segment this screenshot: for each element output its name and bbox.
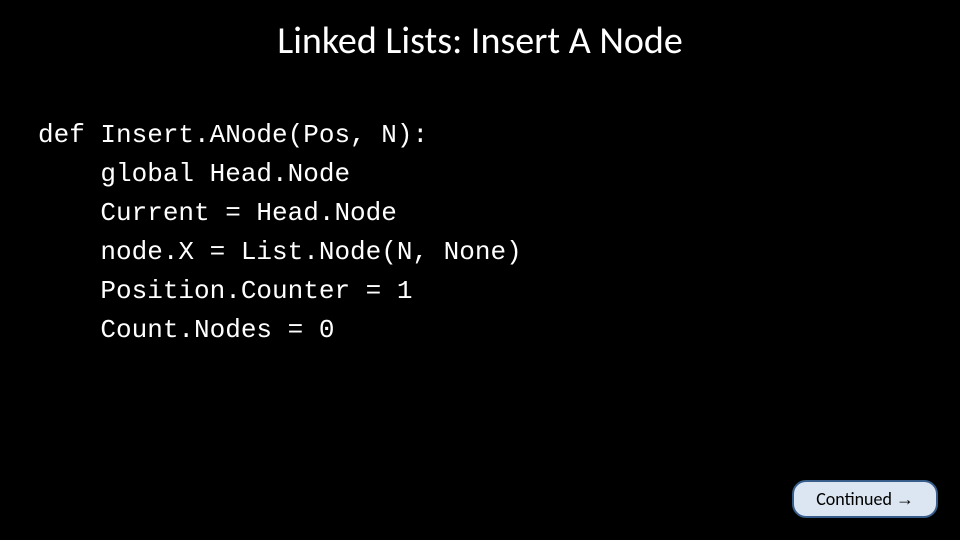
continued-button[interactable]: Continued → — [792, 480, 938, 518]
code-line-3: Current = Head.Node — [38, 198, 397, 228]
slide-title: Linked Lists: Insert A Node — [0, 18, 960, 64]
code-line-2: global Head.Node — [38, 159, 350, 189]
code-block: def Insert.ANode(Pos, N): global Head.No… — [38, 116, 522, 350]
code-line-5: Position.Counter = 1 — [38, 276, 412, 306]
slide: Linked Lists: Insert A Node def Insert.A… — [0, 0, 960, 540]
continued-label: Continued — [816, 488, 896, 510]
code-line-1: def Insert.ANode(Pos, N): — [38, 120, 428, 150]
code-line-4: node.X = List.Node(N, None) — [38, 237, 522, 267]
code-line-6: Count.Nodes = 0 — [38, 315, 334, 345]
arrow-right-icon: → — [896, 489, 914, 509]
